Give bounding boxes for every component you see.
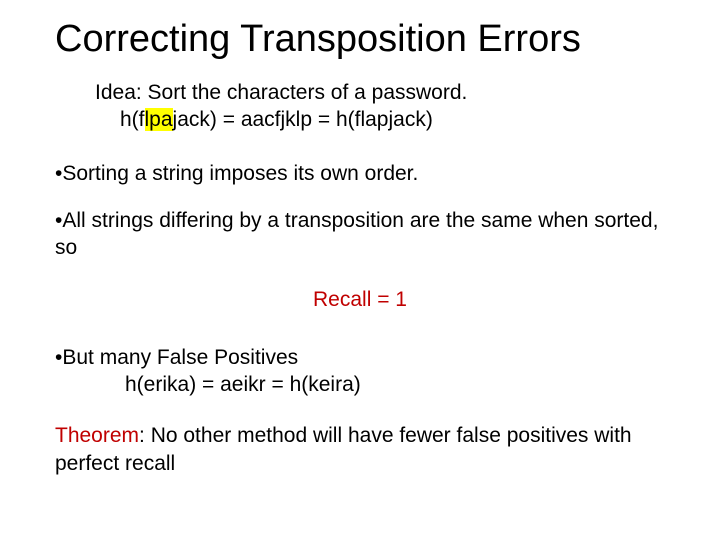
- theorem-block: Theorem: No other method will have fewer…: [55, 422, 665, 477]
- idea-line2-b: jack) = aacfjklp = h(flapjack): [173, 108, 433, 131]
- bullet-list: •Sorting a string imposes its own order.…: [55, 160, 665, 399]
- slide-container: Correcting Transposition Errors Idea: So…: [0, 0, 720, 540]
- slide-title: Correcting Transposition Errors: [55, 18, 665, 61]
- idea-highlight: lpa: [145, 108, 173, 131]
- bullet-3: •But many False Positives h(erika) = aei…: [55, 344, 665, 399]
- idea-line-1: Idea: Sort the characters of a password.: [95, 79, 665, 106]
- bullet-3-sub: h(erika) = aeikr = h(keira): [125, 371, 665, 398]
- idea-line2-a: h(f: [120, 108, 145, 131]
- bullet-2-text: All strings differing by a transposition…: [55, 209, 658, 259]
- bullet-1-text: Sorting a string imposes its own order.: [62, 162, 418, 185]
- idea-line-2: h(flpajack) = aacfjklp = h(flapjack): [120, 106, 665, 133]
- idea-block: Idea: Sort the characters of a password.…: [95, 79, 665, 134]
- bullet-3-text: But many False Positives: [62, 346, 298, 369]
- bullet-2: •All strings differing by a transpositio…: [55, 207, 665, 262]
- recall-line: Recall = 1: [55, 286, 665, 313]
- bullet-1: •Sorting a string imposes its own order.: [55, 160, 665, 187]
- theorem-text: : No other method will have fewer false …: [55, 424, 632, 474]
- theorem-label: Theorem: [55, 424, 139, 447]
